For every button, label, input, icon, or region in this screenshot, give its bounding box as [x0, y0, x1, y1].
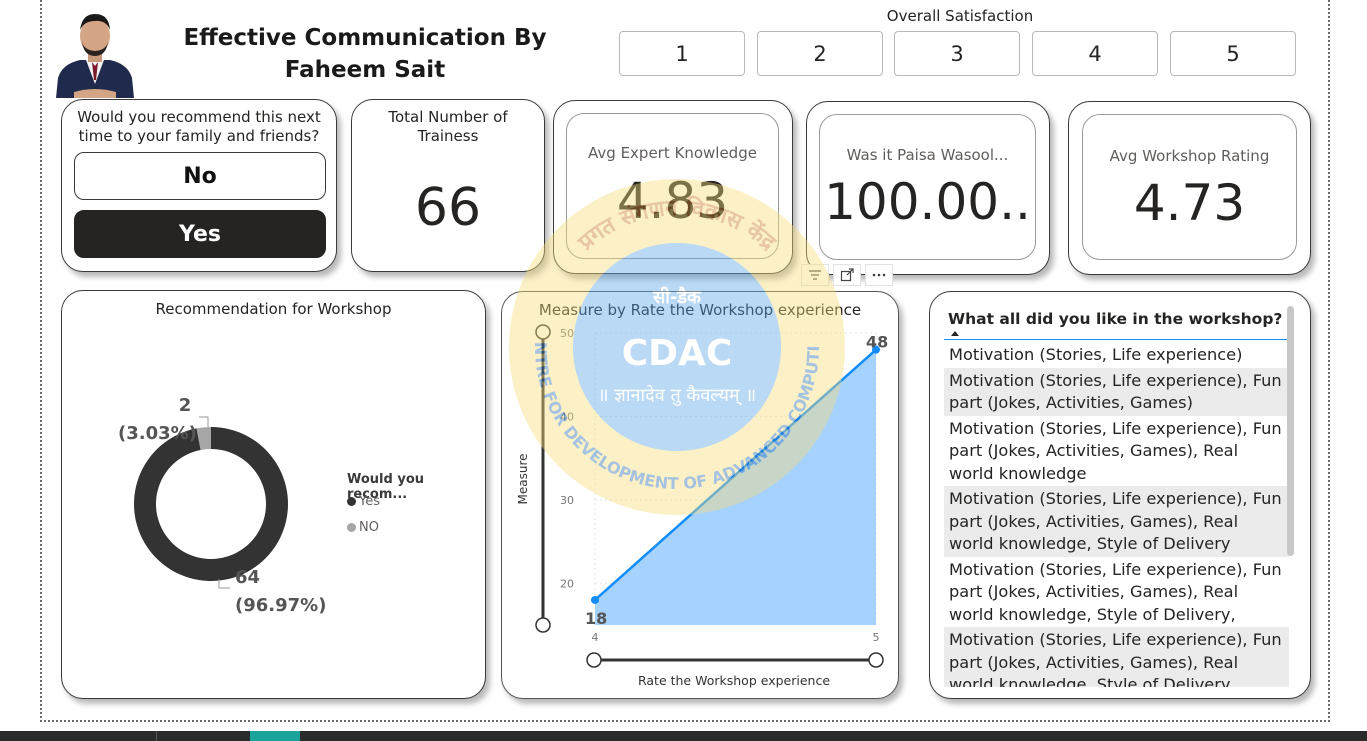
- y-range-slider-handle-bottom[interactable]: [535, 617, 551, 633]
- recommend-question: Would you recommend this next time to yo…: [77, 108, 321, 145]
- expert-knowledge-card: Avg Expert Knowledge 4.83: [553, 100, 793, 274]
- taskbar: [0, 731, 1367, 741]
- satisfaction-option-4[interactable]: 4: [1032, 31, 1158, 76]
- data-label: 48: [866, 333, 888, 352]
- x-range-slider-handle-left[interactable]: [586, 652, 602, 668]
- satisfaction-option-1[interactable]: 1: [619, 31, 745, 76]
- x-axis-title: Rate the Workshop experience: [638, 673, 830, 688]
- sort-ascending-icon: [951, 331, 959, 336]
- list-item[interactable]: Motivation (Stories, Life experience), F…: [944, 557, 1289, 628]
- y-axis-title: Measure: [516, 454, 530, 505]
- paisa-wasool-inner: Was it Paisa Wasool... 100.00..: [819, 114, 1036, 260]
- workshop-rating-card: Avg Workshop Rating 4.73: [1068, 101, 1311, 275]
- list-item[interactable]: Motivation (Stories, Life experience), F…: [944, 486, 1289, 557]
- satisfaction-option-3[interactable]: 3: [894, 31, 1020, 76]
- y-tick-label: 50: [560, 327, 574, 340]
- visual-header-toolbar: [801, 264, 893, 286]
- report-title: Effective Communication By Faheem Sait: [183, 25, 547, 83]
- liked-list-card: What all did you like in the workshop? M…: [929, 291, 1311, 699]
- area-fill: [595, 349, 876, 625]
- recommend-slicer-card: Would you recommend this next time to yo…: [61, 99, 337, 272]
- taskbar-divider: [156, 731, 157, 741]
- donut-label-yes-pct: (96.97%): [235, 595, 327, 616]
- recommend-yes-button[interactable]: Yes: [74, 210, 326, 258]
- legend-yes-label: Yes: [359, 494, 380, 509]
- y-tick-label: 30: [560, 494, 574, 507]
- legend-item-no[interactable]: NO: [347, 520, 379, 535]
- focus-mode-icon[interactable]: [833, 264, 861, 286]
- y-range-slider-handle-top[interactable]: [535, 324, 551, 340]
- paisa-wasool-card: Was it Paisa Wasool... 100.00..: [806, 101, 1050, 275]
- data-point[interactable]: [591, 595, 599, 604]
- x-tick-label: 5: [873, 631, 880, 644]
- filter-icon[interactable]: [801, 264, 829, 286]
- list-item[interactable]: Motivation (Stories, Life experience), F…: [944, 627, 1289, 687]
- donut-label-no-pct: (3.03%): [118, 423, 197, 444]
- expert-knowledge-inner: Avg Expert Knowledge 4.83: [566, 113, 779, 259]
- recommend-no-button[interactable]: No: [74, 152, 326, 200]
- x-tick-label: 4: [592, 631, 599, 644]
- area-chart-card[interactable]: Measure by Rate the Workshop experience …: [501, 291, 899, 699]
- y-tick-label: 20: [560, 577, 574, 590]
- donut-label-yes-count: 64: [235, 567, 261, 588]
- liked-list-header-underline: [944, 339, 1290, 340]
- legend-no-label: NO: [359, 520, 379, 535]
- list-item[interactable]: Motivation (Stories, Life experience), F…: [944, 367, 1289, 416]
- data-label: 18: [585, 609, 607, 628]
- list-item[interactable]: Motivation (Stories, Life experience): [944, 342, 1289, 368]
- y-tick-label: 40: [560, 410, 574, 423]
- expert-knowledge-value: 4.83: [616, 172, 729, 230]
- liked-list-scrollbar[interactable]: [1287, 306, 1294, 556]
- active-page-tab[interactable]: [250, 731, 300, 741]
- donut-leader-no: [199, 416, 209, 427]
- satisfaction-option-2[interactable]: 2: [757, 31, 883, 76]
- paisa-wasool-label: Was it Paisa Wasool...: [846, 146, 1009, 164]
- more-options-icon[interactable]: [865, 264, 893, 286]
- legend-yes-marker: [347, 497, 356, 506]
- trainees-label: Total Number of Trainess: [388, 108, 508, 145]
- list-item[interactable]: Motivation (Stories, Life experience), F…: [944, 416, 1289, 487]
- speaker-photo: [52, 6, 138, 98]
- legend-item-yes[interactable]: Yes: [347, 494, 380, 509]
- donut-slice-yes[interactable]: [134, 427, 288, 581]
- paisa-wasool-value: 100.00..: [824, 173, 1031, 231]
- workshop-rating-value: 4.73: [1133, 174, 1246, 232]
- x-range-slider-handle-right[interactable]: [868, 652, 884, 668]
- trainees-value: 66: [414, 178, 482, 238]
- legend-no-marker: [347, 523, 356, 532]
- satisfaction-slicer-title: Overall Satisfaction: [886, 7, 1034, 25]
- area-chart: 20 30 40 50 4 5 18 48 Measure Rate the Workshop e…: [516, 324, 888, 688]
- satisfaction-option-5[interactable]: 5: [1170, 31, 1296, 76]
- expert-knowledge-label: Avg Expert Knowledge: [588, 144, 757, 162]
- liked-list-header[interactable]: What all did you like in the workshop?: [948, 310, 1282, 328]
- donut-chart-card: Recommendation for Workshop 2 (3.03%) 64…: [61, 290, 486, 699]
- donut-label-no-count: 2: [178, 395, 192, 416]
- workshop-rating-label: Avg Workshop Rating: [1109, 147, 1270, 165]
- workshop-rating-inner: Avg Workshop Rating 4.73: [1082, 114, 1297, 260]
- trainees-card: Total Number of Trainess 66: [351, 99, 545, 272]
- liked-list-body: Motivation (Stories, Life experience) Mo…: [944, 342, 1289, 687]
